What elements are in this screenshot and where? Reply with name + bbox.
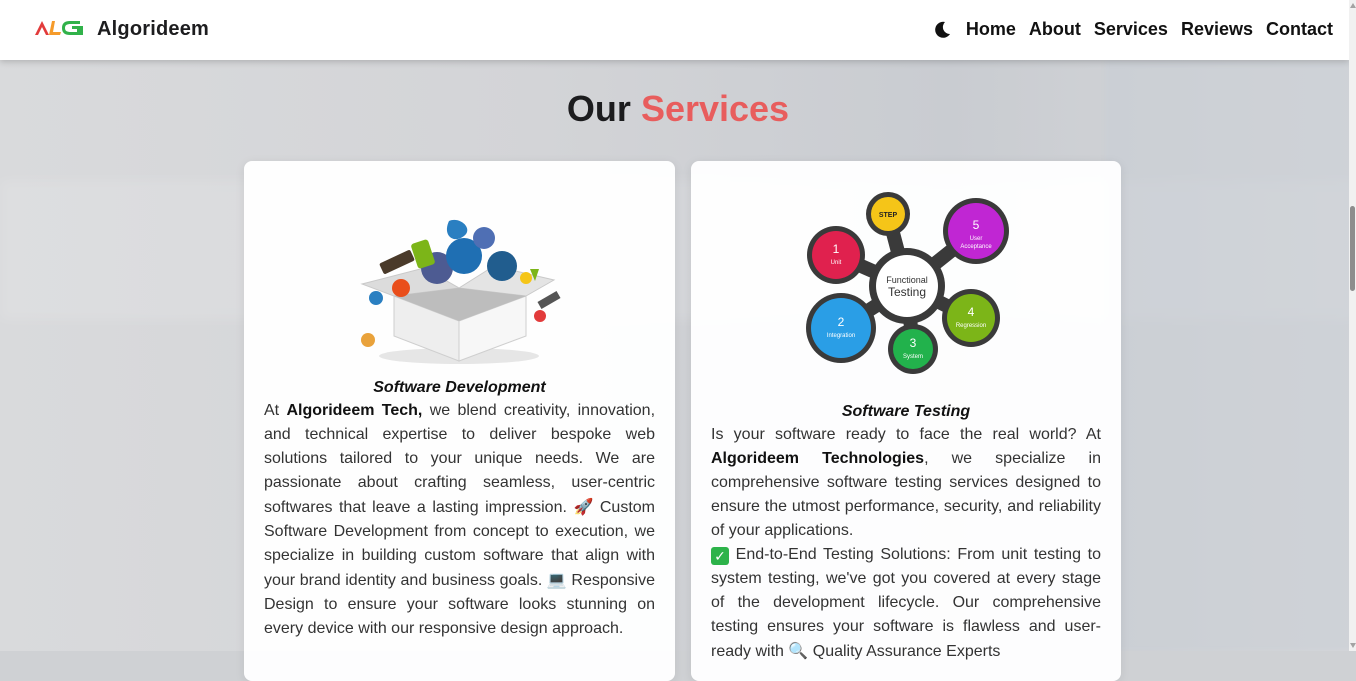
brand-logo[interactable] [34, 18, 84, 38]
card-description: Is your software ready to face the real … [711, 423, 1101, 664]
software-development-illustration [244, 196, 675, 376]
rocket-icon: 🚀 [573, 497, 594, 516]
functional-testing-diagram: Functional Testing STEP 5 User Acceptance 4 Reg… [691, 191, 1121, 381]
card-title: Software Development [373, 379, 546, 396]
nav-services[interactable]: Services [1094, 19, 1168, 40]
scroll-up-arrow-icon[interactable] [1350, 3, 1356, 8]
nav-contact[interactable]: Contact [1266, 19, 1333, 40]
section-title: Our Services [0, 88, 1356, 130]
scroll-down-arrow-icon[interactable] [1350, 643, 1356, 648]
scroll-thumb[interactable] [1350, 206, 1355, 291]
laptop-icon: 💻 [546, 570, 567, 589]
diagram-node-number: 2 [838, 315, 845, 329]
nav-reviews[interactable]: Reviews [1181, 19, 1253, 40]
checkmark-icon: ✓ [711, 547, 729, 565]
top-navbar: Algorideem Home About Services Reviews C… [0, 0, 1349, 60]
nav-about[interactable]: About [1029, 19, 1081, 40]
diagram-node-number: 5 [973, 218, 980, 232]
diagram-node-label: STEP [879, 212, 898, 219]
brand-name[interactable]: Algorideem [97, 18, 209, 41]
nav-home[interactable]: Home [966, 19, 1016, 40]
card-description: At Algorideem Tech, we blend creativity,… [264, 402, 656, 637]
diagram-center-label-1: Functional [886, 275, 928, 285]
diagram-node-number: 4 [968, 305, 975, 319]
service-card-software-development: Software Development At Algorideem Tech,… [244, 161, 675, 681]
diagram-center-label-2: Testing [888, 285, 926, 299]
magnifier-icon: 🔍 [788, 641, 809, 660]
section-title-part1: Our [566, 88, 631, 129]
diagram-node-label: Unit [831, 260, 842, 266]
page-scrollbar[interactable] [1349, 0, 1356, 651]
diagram-node-label: Acceptance [960, 244, 992, 250]
diagram-node-number: 1 [833, 242, 840, 256]
moon-icon[interactable] [932, 20, 952, 40]
section-title-part2: Services [640, 88, 790, 129]
card-title: Software Testing [841, 403, 971, 420]
service-card-software-testing: Functional Testing STEP 5 User Acceptance 4 Reg… [691, 161, 1121, 681]
diagram-node-label: User [970, 236, 983, 242]
diagram-node-label: System [903, 354, 923, 360]
diagram-node-number: 3 [910, 336, 917, 350]
diagram-node-label: Regression [956, 323, 986, 329]
diagram-node-label: Integration [827, 333, 855, 339]
main-nav: Home About Services Reviews Contact [966, 19, 1333, 40]
